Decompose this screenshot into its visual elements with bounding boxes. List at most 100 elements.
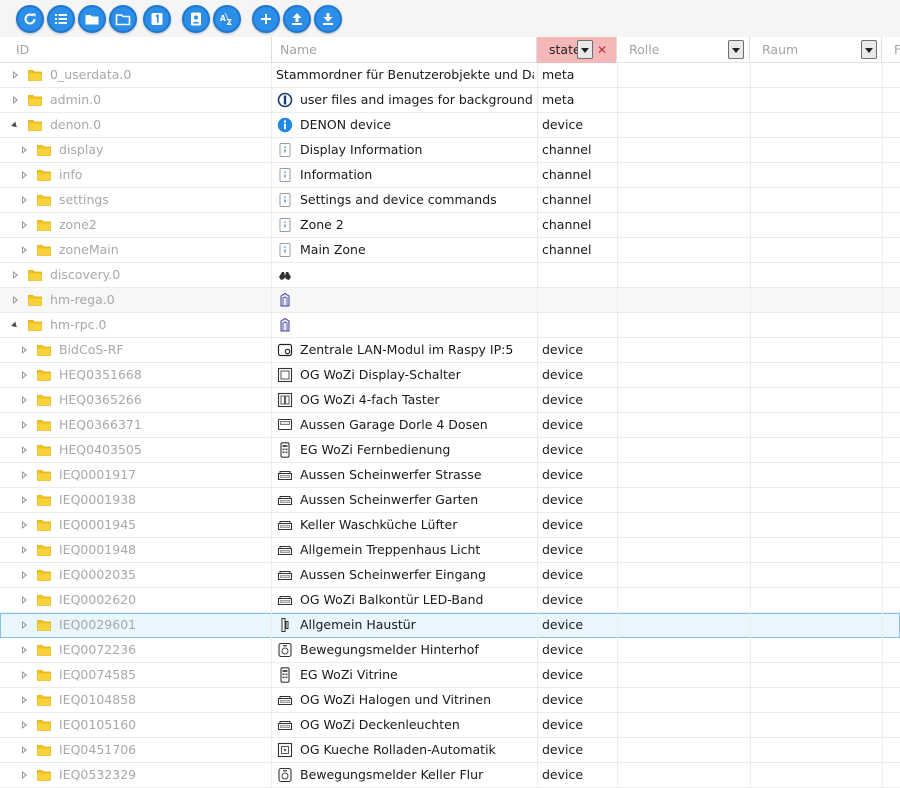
table-row[interactable]: IEQ0029601 Allgemein Haustür device: [0, 613, 900, 638]
table-row[interactable]: HEQ0403505 EG WoZi Fernbedienung device: [0, 438, 900, 463]
download-button[interactable]: [314, 5, 342, 33]
column-divider: [750, 313, 751, 338]
expand-toggle-icon[interactable]: [22, 471, 27, 479]
switch4-icon: [277, 392, 293, 408]
add-object-button[interactable]: [252, 5, 280, 33]
object-name: Main Zone: [300, 242, 366, 257]
table-row[interactable]: IEQ0072236 Bewegungsmelder Hinterhof devic…: [0, 638, 900, 663]
table-row[interactable]: zone2 Zone 2 channel: [0, 213, 900, 238]
column-divider: [882, 763, 883, 788]
expand-toggle-icon[interactable]: [22, 171, 27, 179]
collapse-all-button[interactable]: [78, 5, 106, 33]
expand-toggle-icon[interactable]: [22, 746, 27, 754]
expand-toggle-icon[interactable]: [22, 696, 27, 704]
refresh-button[interactable]: [16, 5, 44, 33]
room-filter-dropdown[interactable]: [861, 40, 877, 59]
list-view-button[interactable]: [47, 5, 75, 33]
object-id: denon.0: [50, 117, 102, 132]
table-row[interactable]: info Information channel: [0, 163, 900, 188]
table-row[interactable]: IEQ0001938 Aussen Scheinwerfer Garten devi…: [0, 488, 900, 513]
object-name: Stammordner für Benutzerobjekte und Da..…: [276, 67, 534, 82]
column-divider: [882, 688, 883, 713]
expand-toggle-icon[interactable]: [22, 146, 27, 154]
table-row[interactable]: denon.0 DENON device device: [0, 113, 900, 138]
expand-toggle-icon[interactable]: [22, 646, 27, 654]
column-header-name[interactable]: Name: [272, 37, 537, 63]
expand-toggle-icon[interactable]: [22, 621, 27, 629]
list-icon: [55, 14, 67, 24]
collapse-toggle-icon[interactable]: [11, 121, 19, 130]
table-row[interactable]: hm-rpc.0: [0, 313, 900, 338]
type-filter-dropdown[interactable]: [577, 40, 593, 59]
table-row[interactable]: hm-rega.0: [0, 288, 900, 313]
column-divider: [750, 463, 751, 488]
table-row[interactable]: IEQ0105160 OG WoZi Deckenleuchten device: [0, 713, 900, 738]
upload-button[interactable]: [283, 5, 311, 33]
expand-level-button[interactable]: [143, 5, 171, 33]
expand-toggle-icon[interactable]: [22, 721, 27, 729]
column-filter-function[interactable]: F: [882, 37, 900, 63]
table-row[interactable]: HEQ0365266 OG WoZi 4-fach Taster device: [0, 388, 900, 413]
table-row[interactable]: IEQ0074585 EG WoZi Vitrine device: [0, 663, 900, 688]
table-row[interactable]: IEQ0001945 Keller Waschküche Lüfter device: [0, 513, 900, 538]
expand-toggle-icon[interactable]: [13, 296, 18, 304]
expand-toggle-icon[interactable]: [22, 596, 27, 604]
table-row[interactable]: HEQ0366371 Aussen Garage Dorle 4 Dosen dev…: [0, 413, 900, 438]
column-header-id[interactable]: ID: [8, 37, 272, 63]
expand-toggle-icon[interactable]: [22, 396, 27, 404]
column-divider: [750, 713, 751, 738]
table-row[interactable]: zoneMain Main Zone channel: [0, 238, 900, 263]
column-filter-role[interactable]: Rolle: [617, 37, 750, 63]
actor-icon: [277, 717, 293, 733]
column-filter-type[interactable]: state ✕: [537, 37, 617, 63]
column-divider: [617, 663, 618, 688]
object-type: channel: [542, 217, 592, 232]
expand-toggle-icon[interactable]: [22, 496, 27, 504]
table-row[interactable]: IEQ0001917 Aussen Scheinwerfer Strasse dev…: [0, 463, 900, 488]
clear-filter-icon[interactable]: ✕: [595, 37, 609, 63]
collapse-toggle-icon[interactable]: [11, 321, 19, 330]
table-row[interactable]: IEQ0532329 Bewegungsmelder Keller Flur dev…: [0, 763, 900, 788]
expand-toggle-icon[interactable]: [22, 521, 27, 529]
object-type: device: [542, 492, 584, 507]
role-filter-dropdown[interactable]: [728, 40, 744, 59]
expand-toggle-icon[interactable]: [22, 546, 27, 554]
expand-toggle-icon[interactable]: [13, 271, 18, 279]
table-row[interactable]: HEQ0351668 OG WoZi Display-Schalter device: [0, 363, 900, 388]
table-row[interactable]: display Display Information channel: [0, 138, 900, 163]
expand-toggle-icon[interactable]: [22, 571, 27, 579]
expand-toggle-icon[interactable]: [22, 196, 27, 204]
expand-all-button[interactable]: [109, 5, 137, 33]
table-row[interactable]: discovery.0: [0, 263, 900, 288]
table-row[interactable]: settings Settings and device commands chan…: [0, 188, 900, 213]
column-divider: [617, 88, 618, 113]
expand-toggle-icon[interactable]: [22, 446, 27, 454]
expand-toggle-icon[interactable]: [22, 371, 27, 379]
column-divider: [750, 263, 751, 288]
table-row[interactable]: IEQ0104858 OG WoZi Halogen und Vitrinen de…: [0, 688, 900, 713]
expand-toggle-icon[interactable]: [13, 71, 18, 79]
expand-toggle-icon[interactable]: [22, 246, 27, 254]
table-row[interactable]: IEQ0002620 OG WoZi Balkontür LED-Band devi…: [0, 588, 900, 613]
column-filter-room[interactable]: Raum: [750, 37, 882, 63]
toggle-descriptions-button[interactable]: [182, 5, 210, 33]
expand-toggle-icon[interactable]: [22, 221, 27, 229]
remote-icon: [277, 667, 293, 683]
table-row[interactable]: IEQ0002035 Aussen Scheinwerfer Eingang dev…: [0, 563, 900, 588]
table-row[interactable]: IEQ0001948 Allgemein Treppenhaus Licht dev…: [0, 538, 900, 563]
object-type: [542, 288, 614, 313]
expand-toggle-icon[interactable]: [22, 421, 27, 429]
expand-toggle-icon[interactable]: [22, 671, 27, 679]
table-row[interactable]: IEQ0451706 OG Kueche Rolladen-Automatik de…: [0, 738, 900, 763]
expand-toggle-icon[interactable]: [22, 771, 27, 779]
table-row[interactable]: BidCoS-RF Zentrale LAN-Modul im Raspy IP:…: [0, 338, 900, 363]
sort-button[interactable]: AZ: [213, 5, 241, 33]
folder-icon: [28, 319, 42, 331]
table-row[interactable]: 0_userdata.0 Stammordner für Benutzerobje…: [0, 63, 900, 88]
column-divider: [882, 63, 883, 88]
expand-toggle-icon[interactable]: [22, 346, 27, 354]
expand-toggle-icon[interactable]: [13, 96, 18, 104]
table-row[interactable]: admin.0 user files and images for backgro…: [0, 88, 900, 113]
object-name: Zone 2: [300, 217, 344, 232]
column-divider: [271, 688, 272, 713]
